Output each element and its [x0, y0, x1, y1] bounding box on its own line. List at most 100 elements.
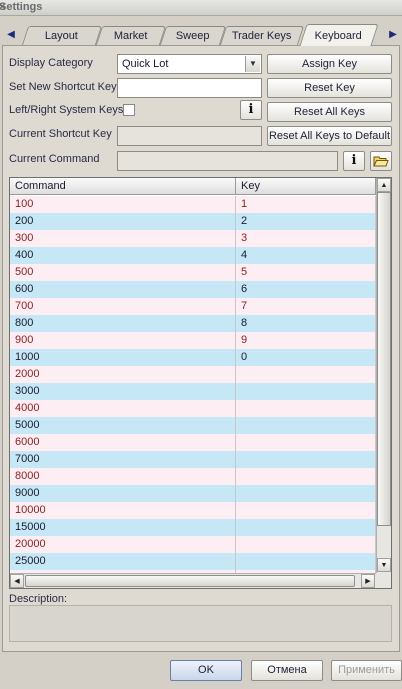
scroll-up-icon[interactable]: ▲ — [377, 178, 391, 192]
cell-command: 200 — [10, 213, 236, 230]
table-row[interactable]: 10000 — [10, 502, 376, 519]
table-row[interactable]: 100 1 — [10, 196, 376, 213]
cell-key — [236, 468, 376, 485]
cell-command: 5000 — [10, 417, 236, 434]
display-category-select[interactable]: Quick Lot ▼ — [117, 54, 262, 74]
table-row[interactable]: 5000 — [10, 417, 376, 434]
scroll-right-icon[interactable]: ▶ — [361, 574, 375, 588]
tab-sweep-label: Sweep — [176, 30, 210, 42]
cell-command: 8000 — [10, 468, 236, 485]
table-row[interactable]: 25000 — [10, 553, 376, 570]
table-row[interactable]: 400 4 — [10, 247, 376, 264]
table-row[interactable]: 8000 — [10, 468, 376, 485]
combo-dropdown-icon[interactable]: ▼ — [245, 56, 260, 72]
table-row[interactable]: 600 6 — [10, 281, 376, 298]
table-row[interactable]: 800 8 — [10, 315, 376, 332]
title-bar: Settings × — [0, 0, 402, 16]
scroll-down-icon[interactable]: ▼ — [377, 558, 391, 572]
cell-key: 0 — [236, 349, 376, 366]
tab-layout[interactable]: Layout — [21, 26, 103, 45]
cell-key — [236, 434, 376, 451]
vertical-scroll-thumb[interactable] — [377, 192, 391, 526]
cell-command: 100 — [10, 196, 236, 213]
cell-key: 5 — [236, 264, 376, 281]
cell-command: 10000 — [10, 502, 236, 519]
cell-key — [236, 502, 376, 519]
reset-key-button[interactable]: Reset Key — [267, 78, 392, 98]
tab-bar: ◀ Layout Market Sweep Trader Keys Keyboa… — [0, 24, 402, 46]
info-icon[interactable]: i — [343, 151, 365, 171]
reset-all-default-button[interactable]: Reset All Keys to Default — [267, 126, 392, 146]
cell-key: 8 — [236, 315, 376, 332]
table-row[interactable]: 4000 — [10, 400, 376, 417]
cell-command: 1000 — [10, 349, 236, 366]
shortcut-table: Command Key 100 1 200 2 300 3 400 4 500 5 600 6 700 7… — [9, 177, 392, 589]
horizontal-scrollbar[interactable]: ◀ ▶ — [10, 573, 376, 588]
table-row[interactable]: 300 3 — [10, 230, 376, 247]
tab-right-icon[interactable]: ▶ — [386, 26, 400, 44]
cell-command: 20000 — [10, 536, 236, 553]
tab-sweep[interactable]: Sweep — [159, 26, 227, 45]
tab-market[interactable]: Market — [95, 26, 167, 45]
reset-all-keys-button[interactable]: Reset All Keys — [267, 102, 392, 122]
info-icon[interactable]: i — [240, 100, 262, 120]
tab-market-label: Market — [114, 30, 148, 42]
table-row[interactable]: 2000 — [10, 366, 376, 383]
column-header-command[interactable]: Command — [10, 178, 236, 195]
close-icon[interactable]: × — [0, 1, 400, 13]
table-row[interactable]: 500 5 — [10, 264, 376, 281]
table-row[interactable]: 3000 — [10, 383, 376, 400]
ok-button[interactable]: OK — [170, 660, 242, 681]
dialog-footer: OK Отмена Применить — [0, 652, 402, 689]
cell-command: 15000 — [10, 519, 236, 536]
table-row[interactable]: 15000 — [10, 519, 376, 536]
table-row[interactable]: 20000 — [10, 536, 376, 553]
cell-key — [236, 485, 376, 502]
table-row[interactable]: 900 9 — [10, 332, 376, 349]
assign-key-button[interactable]: Assign Key — [267, 54, 392, 74]
cell-key — [236, 553, 376, 570]
current-shortcut-field — [117, 126, 262, 146]
shortcut-label: Set New Shortcut Key — [9, 81, 117, 93]
tab-keyboard-label: Keyboard — [315, 30, 363, 42]
current-command-field — [117, 151, 338, 171]
column-header-key[interactable]: Key — [236, 178, 376, 195]
display-category-value: Quick Lot — [122, 58, 169, 70]
tab-keyboard[interactable]: Keyboard — [299, 24, 379, 46]
cell-command: 6000 — [10, 434, 236, 451]
cell-command: 700 — [10, 298, 236, 315]
cell-command: 2000 — [10, 366, 236, 383]
cell-command: 900 — [10, 332, 236, 349]
cancel-button[interactable]: Отмена — [251, 660, 323, 681]
table-row[interactable]: 700 7 — [10, 298, 376, 315]
current-shortcut-label: Current Shortcut Key — [9, 128, 112, 140]
table-row[interactable]: 9000 — [10, 485, 376, 502]
cell-key — [236, 417, 376, 434]
cell-command: 500 — [10, 264, 236, 281]
shortcut-input[interactable] — [117, 78, 262, 98]
tab-trader-keys-label: Trader Keys — [232, 30, 292, 42]
folder-open-icon[interactable] — [370, 151, 392, 171]
cell-key — [236, 400, 376, 417]
description-box — [9, 605, 392, 642]
cell-key — [236, 519, 376, 536]
cell-command: 400 — [10, 247, 236, 264]
description-label: Description: — [9, 593, 68, 605]
scroll-corner — [376, 573, 391, 588]
cell-command: 7000 — [10, 451, 236, 468]
table-row[interactable]: 6000 — [10, 434, 376, 451]
tab-trader-keys[interactable]: Trader Keys — [219, 26, 305, 45]
cell-key: 7 — [236, 298, 376, 315]
table-row[interactable]: 200 2 — [10, 213, 376, 230]
cell-key: 4 — [236, 247, 376, 264]
cell-key — [236, 383, 376, 400]
horizontal-scroll-thumb[interactable] — [25, 575, 355, 587]
scroll-left-icon[interactable]: ◀ — [10, 574, 24, 588]
table-row[interactable]: 7000 — [10, 451, 376, 468]
system-keys-checkbox[interactable] — [123, 104, 135, 116]
vertical-scrollbar[interactable]: ▲ ▼ — [376, 178, 391, 573]
table-row[interactable]: 10000 — [10, 349, 376, 366]
tab-left-icon[interactable]: ◀ — [4, 26, 18, 44]
cell-key: 3 — [236, 230, 376, 247]
apply-button[interactable]: Применить — [331, 660, 402, 681]
